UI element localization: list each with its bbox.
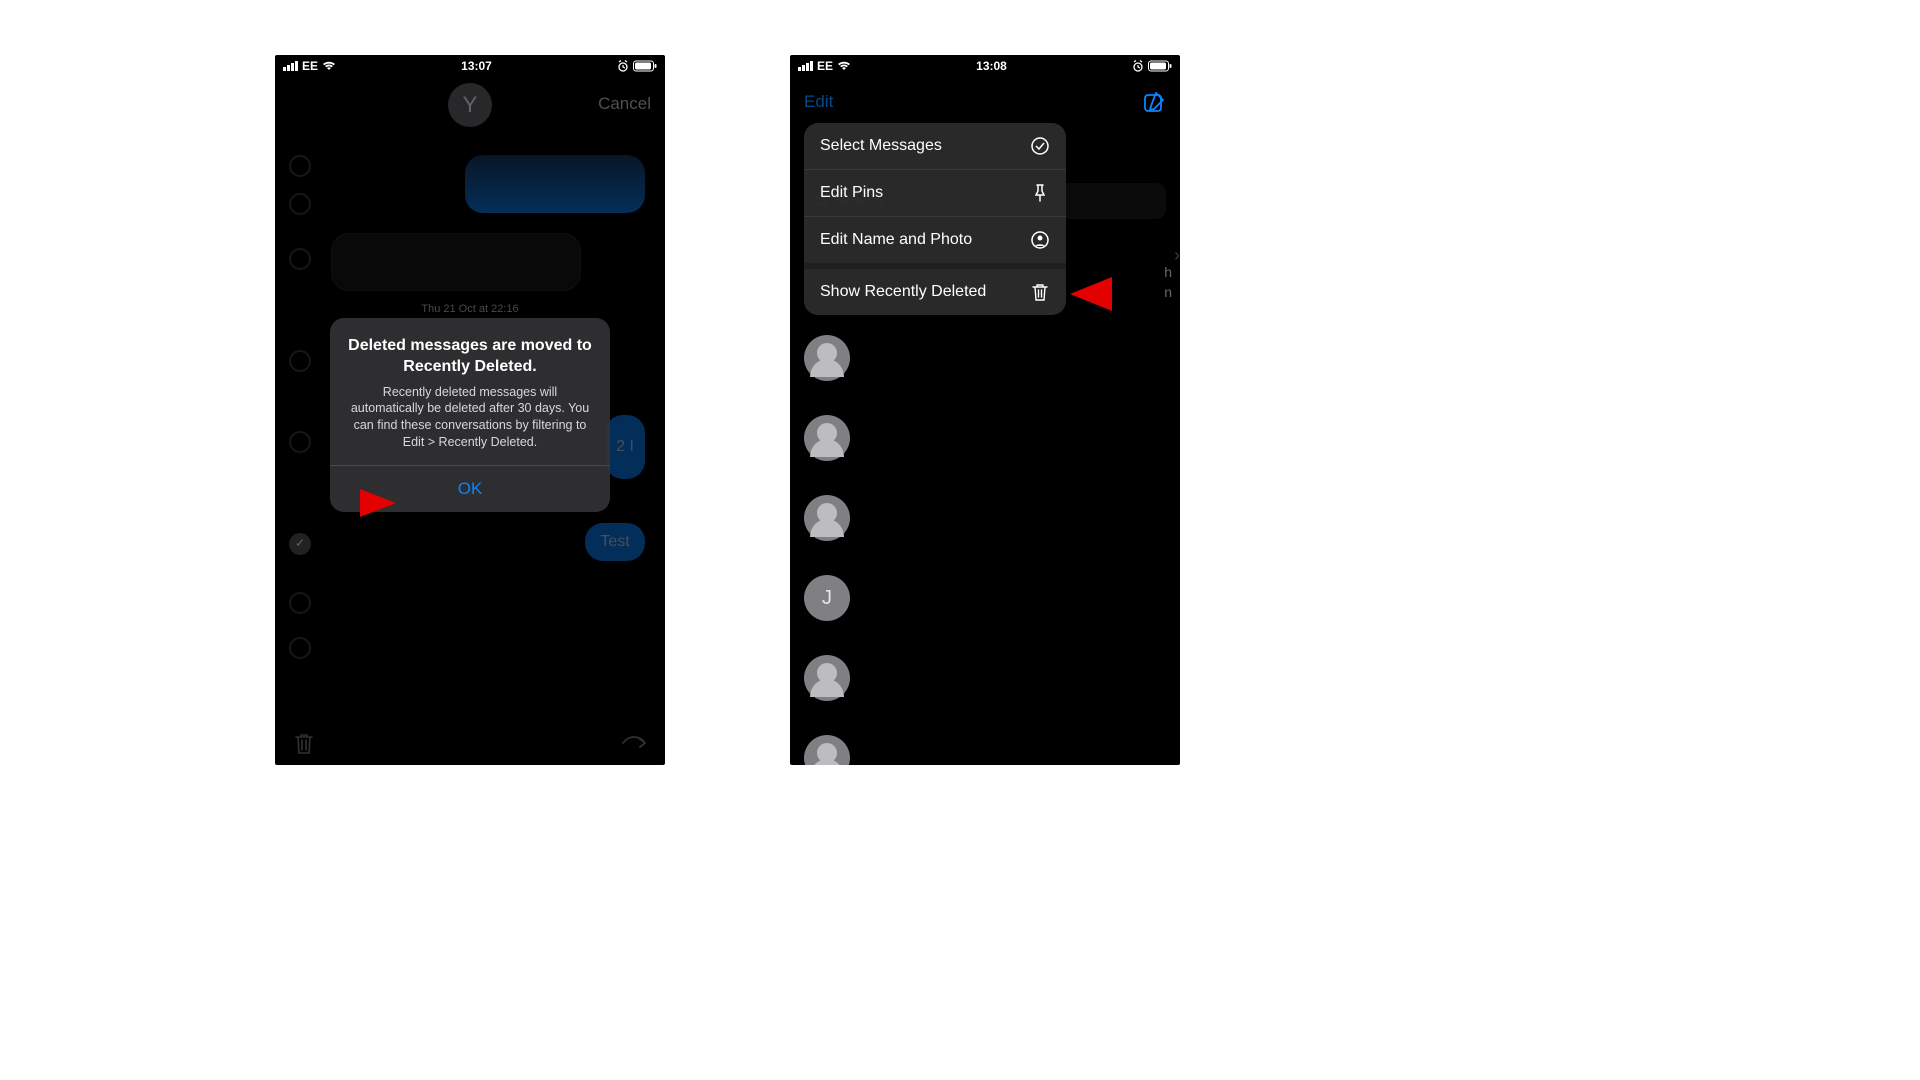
phone-screenshot-left: EE 13:07 Y Cancel Thu 21 Oct at 22:16 2 … [275,55,665,765]
message-select-radio-checked[interactable] [289,533,311,555]
alert-message: Recently deleted messages will automatic… [346,384,594,452]
message-select-radio[interactable] [289,637,311,659]
deletion-alert: Deleted messages are moved to Recently D… [330,318,610,512]
menu-label: Show Recently Deleted [820,283,986,301]
alert-title: Deleted messages are moved to Recently D… [346,336,594,378]
carrier-label: EE [817,59,833,73]
partial-hidden-text: h n [1164,263,1172,302]
menu-label: Edit Pins [820,184,883,202]
conversation-avatar[interactable] [804,415,850,461]
annotation-arrow-icon [1070,277,1112,311]
conversation-list: J [804,335,1166,765]
status-right [617,60,657,72]
message-timestamp: Thu 21 Oct at 22:16 [275,303,665,315]
conversation-avatar[interactable]: J [804,575,850,621]
message-bubble-incoming[interactable] [331,233,581,291]
phone-screenshot-right: EE 13:08 Edit Search › h n Select [790,55,1180,765]
message-bubble-outgoing[interactable]: Test [585,523,645,561]
menu-edit-pins[interactable]: Edit Pins [804,170,1066,216]
conversation-avatar[interactable] [804,735,850,765]
alarm-icon [1132,60,1144,72]
avatar-letter: J [822,587,832,610]
alarm-icon [617,60,629,72]
chevron-right-icon: › [1174,245,1180,266]
checkmark-circle-icon [1030,136,1050,156]
annotation-arrow-icon [360,489,396,517]
wifi-icon [322,61,336,71]
status-left: EE [798,59,851,73]
message-select-radio[interactable] [289,350,311,372]
menu-label: Edit Name and Photo [820,231,972,249]
edit-menu: Select Messages Edit Pins Edit Name and … [804,123,1066,315]
menu-select-messages[interactable]: Select Messages [804,123,1066,169]
person-circle-icon [1030,230,1050,250]
status-bar: EE 13:07 [275,55,665,77]
trash-icon [1030,282,1050,302]
menu-show-recently-deleted[interactable]: Show Recently Deleted [804,269,1066,315]
signal-icon [283,61,298,71]
message-select-radio[interactable] [289,193,311,215]
conversation-avatar[interactable] [804,655,850,701]
carrier-label: EE [302,59,318,73]
message-select-radio[interactable] [289,431,311,453]
wifi-icon [837,61,851,71]
cancel-button[interactable]: Cancel [598,94,651,114]
nav-row: Cancel [275,77,665,131]
message-select-radio[interactable] [289,592,311,614]
pin-icon [1030,183,1050,203]
share-icon[interactable] [621,732,647,754]
message-select-radio[interactable] [289,248,311,270]
status-time: 13:08 [976,59,1007,73]
edit-button[interactable]: Edit [804,92,833,112]
compose-icon[interactable] [1142,90,1166,114]
message-bubble-outgoing[interactable]: 2 I [605,415,645,479]
menu-label: Select Messages [820,137,942,155]
signal-icon [798,61,813,71]
nav-row: Edit [790,77,1180,127]
trash-icon[interactable] [293,731,315,755]
conversation-avatar[interactable] [804,495,850,541]
conversation-avatar[interactable] [804,335,850,381]
battery-icon [633,60,657,72]
message-bubble-outgoing[interactable] [465,155,645,213]
status-right [1132,60,1172,72]
battery-icon [1148,60,1172,72]
menu-edit-name-photo[interactable]: Edit Name and Photo [804,217,1066,263]
status-time: 13:07 [461,59,492,73]
alert-body: Deleted messages are moved to Recently D… [330,318,610,465]
bottom-toolbar [275,721,665,765]
message-select-radio[interactable] [289,155,311,177]
status-left: EE [283,59,336,73]
status-bar: EE 13:08 [790,55,1180,77]
